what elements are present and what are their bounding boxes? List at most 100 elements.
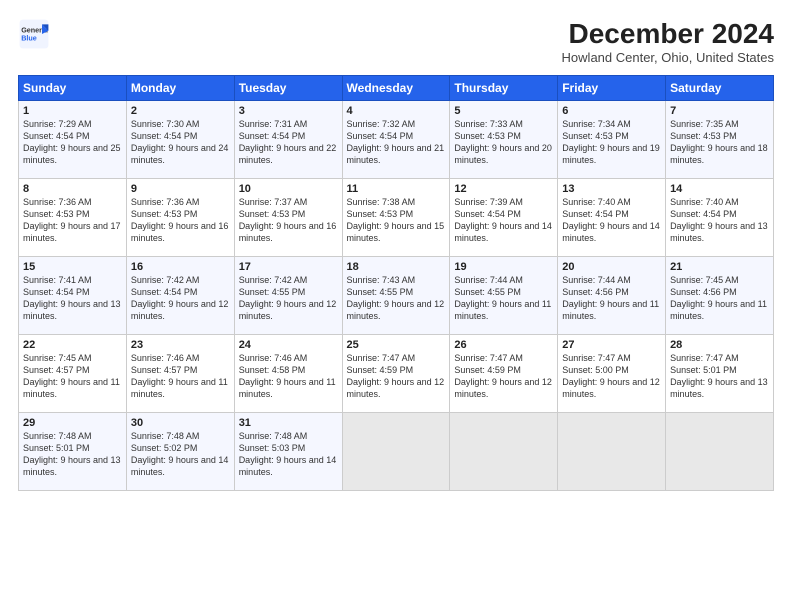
day-number: 17 xyxy=(239,261,338,273)
calendar-cell: 20 Sunrise: 7:44 AM Sunset: 4:56 PM Dayl… xyxy=(558,257,666,335)
calendar-subtitle: Howland Center, Ohio, United States xyxy=(562,50,774,65)
day-info: Sunrise: 7:48 AM Sunset: 5:02 PM Dayligh… xyxy=(131,431,229,477)
calendar-cell xyxy=(342,413,450,491)
calendar-cell: 5 Sunrise: 7:33 AM Sunset: 4:53 PM Dayli… xyxy=(450,101,558,179)
day-number: 14 xyxy=(670,183,769,195)
day-info: Sunrise: 7:32 AM Sunset: 4:54 PM Dayligh… xyxy=(347,119,445,165)
calendar-cell: 16 Sunrise: 7:42 AM Sunset: 4:54 PM Dayl… xyxy=(126,257,234,335)
calendar-cell: 12 Sunrise: 7:39 AM Sunset: 4:54 PM Dayl… xyxy=(450,179,558,257)
day-info: Sunrise: 7:45 AM Sunset: 4:57 PM Dayligh… xyxy=(23,353,120,399)
day-info: Sunrise: 7:38 AM Sunset: 4:53 PM Dayligh… xyxy=(347,197,445,243)
day-info: Sunrise: 7:44 AM Sunset: 4:56 PM Dayligh… xyxy=(562,275,659,321)
calendar-cell: 18 Sunrise: 7:43 AM Sunset: 4:55 PM Dayl… xyxy=(342,257,450,335)
calendar-cell: 17 Sunrise: 7:42 AM Sunset: 4:55 PM Dayl… xyxy=(234,257,342,335)
calendar-cell: 9 Sunrise: 7:36 AM Sunset: 4:53 PM Dayli… xyxy=(126,179,234,257)
day-info: Sunrise: 7:42 AM Sunset: 4:55 PM Dayligh… xyxy=(239,275,337,321)
day-number: 31 xyxy=(239,417,338,429)
calendar-cell: 6 Sunrise: 7:34 AM Sunset: 4:53 PM Dayli… xyxy=(558,101,666,179)
day-info: Sunrise: 7:47 AM Sunset: 5:01 PM Dayligh… xyxy=(670,353,768,399)
day-info: Sunrise: 7:40 AM Sunset: 4:54 PM Dayligh… xyxy=(562,197,660,243)
day-info: Sunrise: 7:41 AM Sunset: 4:54 PM Dayligh… xyxy=(23,275,121,321)
day-number: 2 xyxy=(131,105,230,117)
day-number: 4 xyxy=(347,105,446,117)
calendar-page: General Blue December 2024 Howland Cente… xyxy=(0,0,792,501)
day-info: Sunrise: 7:42 AM Sunset: 4:54 PM Dayligh… xyxy=(131,275,229,321)
day-info: Sunrise: 7:44 AM Sunset: 4:55 PM Dayligh… xyxy=(454,275,551,321)
day-number: 9 xyxy=(131,183,230,195)
calendar-cell: 22 Sunrise: 7:45 AM Sunset: 4:57 PM Dayl… xyxy=(19,335,127,413)
calendar-week-5: 29 Sunrise: 7:48 AM Sunset: 5:01 PM Dayl… xyxy=(19,413,774,491)
day-number: 8 xyxy=(23,183,122,195)
day-info: Sunrise: 7:40 AM Sunset: 4:54 PM Dayligh… xyxy=(670,197,768,243)
day-info: Sunrise: 7:46 AM Sunset: 4:57 PM Dayligh… xyxy=(131,353,228,399)
calendar-cell xyxy=(666,413,774,491)
calendar-week-4: 22 Sunrise: 7:45 AM Sunset: 4:57 PM Dayl… xyxy=(19,335,774,413)
day-info: Sunrise: 7:47 AM Sunset: 4:59 PM Dayligh… xyxy=(347,353,445,399)
day-info: Sunrise: 7:36 AM Sunset: 4:53 PM Dayligh… xyxy=(23,197,121,243)
calendar-cell: 2 Sunrise: 7:30 AM Sunset: 4:54 PM Dayli… xyxy=(126,101,234,179)
day-info: Sunrise: 7:45 AM Sunset: 4:56 PM Dayligh… xyxy=(670,275,767,321)
calendar-cell: 4 Sunrise: 7:32 AM Sunset: 4:54 PM Dayli… xyxy=(342,101,450,179)
day-info: Sunrise: 7:30 AM Sunset: 4:54 PM Dayligh… xyxy=(131,119,229,165)
calendar-header: General Blue December 2024 Howland Cente… xyxy=(18,18,774,65)
day-info: Sunrise: 7:33 AM Sunset: 4:53 PM Dayligh… xyxy=(454,119,552,165)
day-info: Sunrise: 7:29 AM Sunset: 4:54 PM Dayligh… xyxy=(23,119,121,165)
calendar-cell: 7 Sunrise: 7:35 AM Sunset: 4:53 PM Dayli… xyxy=(666,101,774,179)
day-number: 16 xyxy=(131,261,230,273)
day-number: 22 xyxy=(23,339,122,351)
calendar-cell xyxy=(558,413,666,491)
day-number: 3 xyxy=(239,105,338,117)
weekday-header-saturday: Saturday xyxy=(666,76,774,101)
weekday-header-row: SundayMondayTuesdayWednesdayThursdayFrid… xyxy=(19,76,774,101)
day-number: 19 xyxy=(454,261,553,273)
day-number: 6 xyxy=(562,105,661,117)
calendar-cell: 11 Sunrise: 7:38 AM Sunset: 4:53 PM Dayl… xyxy=(342,179,450,257)
day-number: 27 xyxy=(562,339,661,351)
day-number: 15 xyxy=(23,261,122,273)
day-number: 21 xyxy=(670,261,769,273)
calendar-cell: 14 Sunrise: 7:40 AM Sunset: 4:54 PM Dayl… xyxy=(666,179,774,257)
calendar-table: SundayMondayTuesdayWednesdayThursdayFrid… xyxy=(18,75,774,491)
day-number: 25 xyxy=(347,339,446,351)
day-info: Sunrise: 7:35 AM Sunset: 4:53 PM Dayligh… xyxy=(670,119,768,165)
calendar-cell: 30 Sunrise: 7:48 AM Sunset: 5:02 PM Dayl… xyxy=(126,413,234,491)
calendar-cell: 8 Sunrise: 7:36 AM Sunset: 4:53 PM Dayli… xyxy=(19,179,127,257)
calendar-cell: 21 Sunrise: 7:45 AM Sunset: 4:56 PM Dayl… xyxy=(666,257,774,335)
day-number: 23 xyxy=(131,339,230,351)
logo: General Blue xyxy=(18,18,50,50)
day-info: Sunrise: 7:34 AM Sunset: 4:53 PM Dayligh… xyxy=(562,119,660,165)
calendar-cell: 15 Sunrise: 7:41 AM Sunset: 4:54 PM Dayl… xyxy=(19,257,127,335)
day-number: 10 xyxy=(239,183,338,195)
day-number: 7 xyxy=(670,105,769,117)
weekday-header-friday: Friday xyxy=(558,76,666,101)
day-info: Sunrise: 7:43 AM Sunset: 4:55 PM Dayligh… xyxy=(347,275,445,321)
day-info: Sunrise: 7:36 AM Sunset: 4:53 PM Dayligh… xyxy=(131,197,229,243)
calendar-cell: 13 Sunrise: 7:40 AM Sunset: 4:54 PM Dayl… xyxy=(558,179,666,257)
calendar-week-3: 15 Sunrise: 7:41 AM Sunset: 4:54 PM Dayl… xyxy=(19,257,774,335)
calendar-cell: 29 Sunrise: 7:48 AM Sunset: 5:01 PM Dayl… xyxy=(19,413,127,491)
day-info: Sunrise: 7:37 AM Sunset: 4:53 PM Dayligh… xyxy=(239,197,337,243)
svg-text:Blue: Blue xyxy=(21,33,37,42)
calendar-cell xyxy=(450,413,558,491)
title-block: December 2024 Howland Center, Ohio, Unit… xyxy=(562,18,774,65)
day-info: Sunrise: 7:47 AM Sunset: 5:00 PM Dayligh… xyxy=(562,353,660,399)
day-number: 1 xyxy=(23,105,122,117)
calendar-week-1: 1 Sunrise: 7:29 AM Sunset: 4:54 PM Dayli… xyxy=(19,101,774,179)
calendar-cell: 10 Sunrise: 7:37 AM Sunset: 4:53 PM Dayl… xyxy=(234,179,342,257)
calendar-cell: 28 Sunrise: 7:47 AM Sunset: 5:01 PM Dayl… xyxy=(666,335,774,413)
calendar-cell: 23 Sunrise: 7:46 AM Sunset: 4:57 PM Dayl… xyxy=(126,335,234,413)
weekday-header-tuesday: Tuesday xyxy=(234,76,342,101)
calendar-cell: 3 Sunrise: 7:31 AM Sunset: 4:54 PM Dayli… xyxy=(234,101,342,179)
calendar-cell: 1 Sunrise: 7:29 AM Sunset: 4:54 PM Dayli… xyxy=(19,101,127,179)
day-number: 12 xyxy=(454,183,553,195)
day-number: 30 xyxy=(131,417,230,429)
day-info: Sunrise: 7:48 AM Sunset: 5:03 PM Dayligh… xyxy=(239,431,337,477)
weekday-header-thursday: Thursday xyxy=(450,76,558,101)
day-info: Sunrise: 7:46 AM Sunset: 4:58 PM Dayligh… xyxy=(239,353,336,399)
calendar-cell: 27 Sunrise: 7:47 AM Sunset: 5:00 PM Dayl… xyxy=(558,335,666,413)
day-number: 24 xyxy=(239,339,338,351)
calendar-cell: 25 Sunrise: 7:47 AM Sunset: 4:59 PM Dayl… xyxy=(342,335,450,413)
calendar-cell: 24 Sunrise: 7:46 AM Sunset: 4:58 PM Dayl… xyxy=(234,335,342,413)
day-info: Sunrise: 7:48 AM Sunset: 5:01 PM Dayligh… xyxy=(23,431,121,477)
weekday-header-monday: Monday xyxy=(126,76,234,101)
